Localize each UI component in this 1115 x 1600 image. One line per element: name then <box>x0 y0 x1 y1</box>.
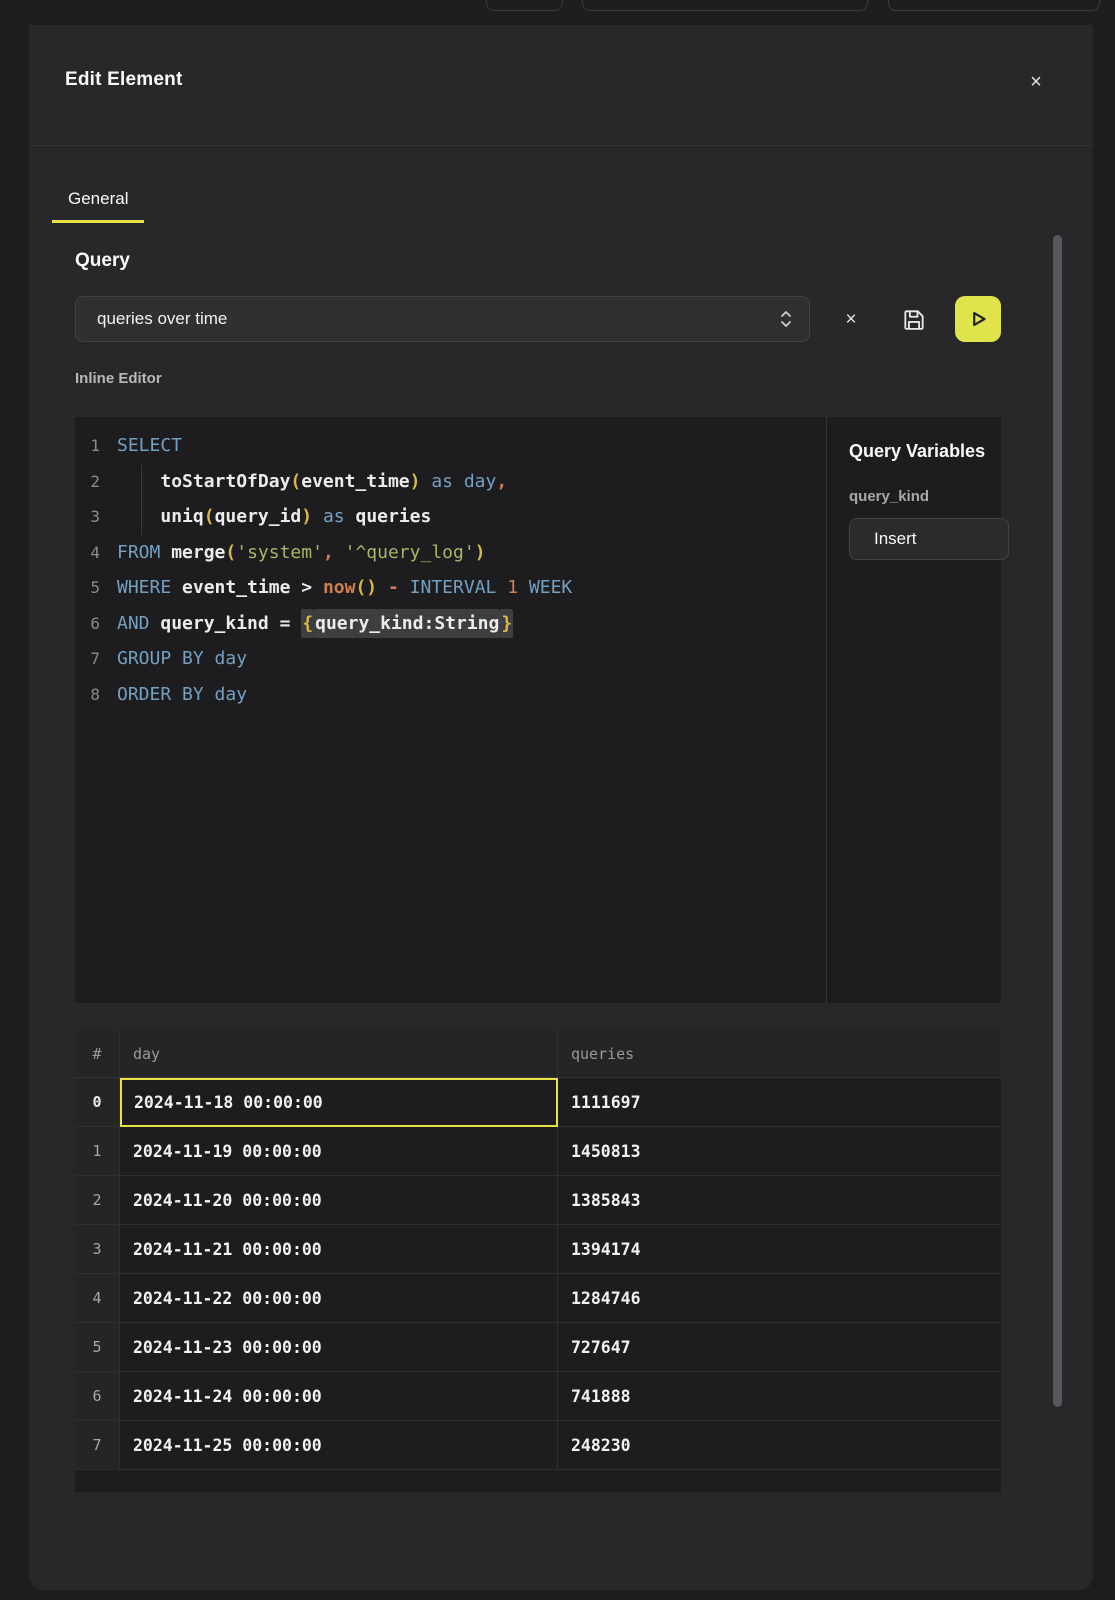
code-line: 5WHERE event_time > now() - INTERVAL 1 W… <box>75 570 826 606</box>
sql-editor[interactable]: 1SELECT2 toStartOfDay(event_time) as day… <box>75 417 826 1003</box>
table-footer <box>75 1470 1001 1492</box>
modal-title: Edit Element <box>65 69 182 91</box>
code-text: WHERE event_time > now() - INTERVAL 1 WE… <box>117 577 572 598</box>
inline-editor-panel: 1SELECT2 toStartOfDay(event_time) as day… <box>75 417 1001 1003</box>
line-number: 4 <box>75 543 117 562</box>
code-line: 6AND query_kind = {query_kind:String} <box>75 606 826 642</box>
play-icon <box>965 306 991 332</box>
code-line: 7GROUP BY day <box>75 641 826 677</box>
day-cell[interactable]: 2024-11-18 00:00:00 <box>120 1078 558 1127</box>
table-row: 12024-11-19 00:00:001450813 <box>75 1127 1001 1176</box>
code-text: ORDER BY day <box>117 684 247 705</box>
row-index-cell: 3 <box>75 1225 120 1274</box>
code-text: SELECT <box>117 435 182 456</box>
day-cell[interactable]: 2024-11-21 00:00:00 <box>120 1225 558 1274</box>
line-number: 1 <box>75 436 117 455</box>
day-cell[interactable]: 2024-11-23 00:00:00 <box>120 1323 558 1372</box>
tab-general-label: General <box>68 189 128 209</box>
queries-cell[interactable]: 1385843 <box>558 1176 1001 1225</box>
table-body: 02024-11-18 00:00:00111169712024-11-19 0… <box>75 1078 1001 1470</box>
table-row: 42024-11-22 00:00:001284746 <box>75 1274 1001 1323</box>
queries-cell[interactable]: 741888 <box>558 1372 1001 1421</box>
line-number: 7 <box>75 649 117 668</box>
line-number: 8 <box>75 685 117 704</box>
table-row: 02024-11-18 00:00:001111697 <box>75 1078 1001 1127</box>
modal-scrollbar-thumb[interactable] <box>1053 235 1062 1407</box>
row-index-cell: 2 <box>75 1176 120 1225</box>
queries-cell[interactable]: 1284746 <box>558 1274 1001 1323</box>
code-text: FROM merge('system', '^query_log') <box>117 542 486 563</box>
line-number: 2 <box>75 472 117 491</box>
column-header-day: day <box>120 1030 558 1078</box>
query-select[interactable]: queries over time <box>75 296 810 342</box>
query-section-heading: Query <box>75 250 130 272</box>
table-row: 72024-11-25 00:00:00248230 <box>75 1421 1001 1470</box>
row-index-cell: 7 <box>75 1421 120 1470</box>
background-page-top <box>0 0 1115 25</box>
header-divider <box>29 145 1093 146</box>
table-row: 22024-11-20 00:00:001385843 <box>75 1176 1001 1225</box>
query-select-value: queries over time <box>97 309 777 329</box>
day-cell[interactable]: 2024-11-24 00:00:00 <box>120 1372 558 1421</box>
close-icon[interactable]: × <box>1021 67 1051 97</box>
queries-cell[interactable]: 248230 <box>558 1421 1001 1470</box>
row-index-cell: 4 <box>75 1274 120 1323</box>
clear-query-button[interactable]: × <box>834 305 868 335</box>
background-toolbar-element <box>888 0 1100 11</box>
code-text: toStartOfDay(event_time) as day, <box>117 471 507 492</box>
day-cell[interactable]: 2024-11-20 00:00:00 <box>120 1176 558 1225</box>
code-line: 2 toStartOfDay(event_time) as day, <box>75 464 826 500</box>
query-variables-heading: Query Variables <box>849 441 1001 462</box>
queries-cell[interactable]: 1394174 <box>558 1225 1001 1274</box>
row-index-cell: 5 <box>75 1323 120 1372</box>
row-index-cell: 6 <box>75 1372 120 1421</box>
code-line: 8ORDER BY day <box>75 677 826 713</box>
line-number: 5 <box>75 578 117 597</box>
code-line: 3 uniq(query_id) as queries <box>75 499 826 535</box>
save-query-button[interactable] <box>895 303 933 337</box>
column-header-queries: queries <box>558 1030 1001 1078</box>
row-index-cell: 0 <box>75 1078 120 1127</box>
queries-cell[interactable]: 1111697 <box>558 1078 1001 1127</box>
day-cell[interactable]: 2024-11-19 00:00:00 <box>120 1127 558 1176</box>
table-header-row: # day queries <box>75 1030 1001 1078</box>
chevron-up-down-icon <box>777 308 795 330</box>
insert-variable-button[interactable]: Insert <box>849 518 1009 560</box>
code-line: 4FROM merge('system', '^query_log') <box>75 535 826 571</box>
line-number: 3 <box>75 507 117 526</box>
table-row: 52024-11-23 00:00:00727647 <box>75 1323 1001 1372</box>
code-text: uniq(query_id) as queries <box>117 506 431 527</box>
table-row: 32024-11-21 00:00:001394174 <box>75 1225 1001 1274</box>
day-cell[interactable]: 2024-11-22 00:00:00 <box>120 1274 558 1323</box>
edit-element-modal: Edit Element × General Query queries ove… <box>29 25 1093 1590</box>
row-index-cell: 1 <box>75 1127 120 1176</box>
day-cell[interactable]: 2024-11-25 00:00:00 <box>120 1421 558 1470</box>
line-number: 6 <box>75 614 117 633</box>
indent-guide <box>141 465 142 535</box>
code-lines: 1SELECT2 toStartOfDay(event_time) as day… <box>75 428 826 712</box>
query-variables-panel: Query Variables query_kind Insert <box>826 417 1001 1003</box>
query-results-table: # day queries 02024-11-18 00:00:00111169… <box>75 1030 1001 1492</box>
column-header-index: # <box>75 1030 120 1078</box>
tab-general[interactable]: General <box>52 177 144 223</box>
background-toolbar-element <box>486 0 563 11</box>
code-line: 1SELECT <box>75 428 826 464</box>
queries-cell[interactable]: 1450813 <box>558 1127 1001 1176</box>
clear-icon: × <box>845 309 856 331</box>
floppy-save-icon <box>901 307 927 333</box>
code-text: AND query_kind = {query_kind:String} <box>117 613 513 634</box>
queries-cell[interactable]: 727647 <box>558 1323 1001 1372</box>
variable-name-label: query_kind <box>849 488 1001 505</box>
table-row: 62024-11-24 00:00:00741888 <box>75 1372 1001 1421</box>
run-query-button[interactable] <box>955 296 1001 342</box>
background-toolbar-element <box>582 0 868 11</box>
inline-editor-label: Inline Editor <box>75 370 162 387</box>
code-text: GROUP BY day <box>117 648 247 669</box>
